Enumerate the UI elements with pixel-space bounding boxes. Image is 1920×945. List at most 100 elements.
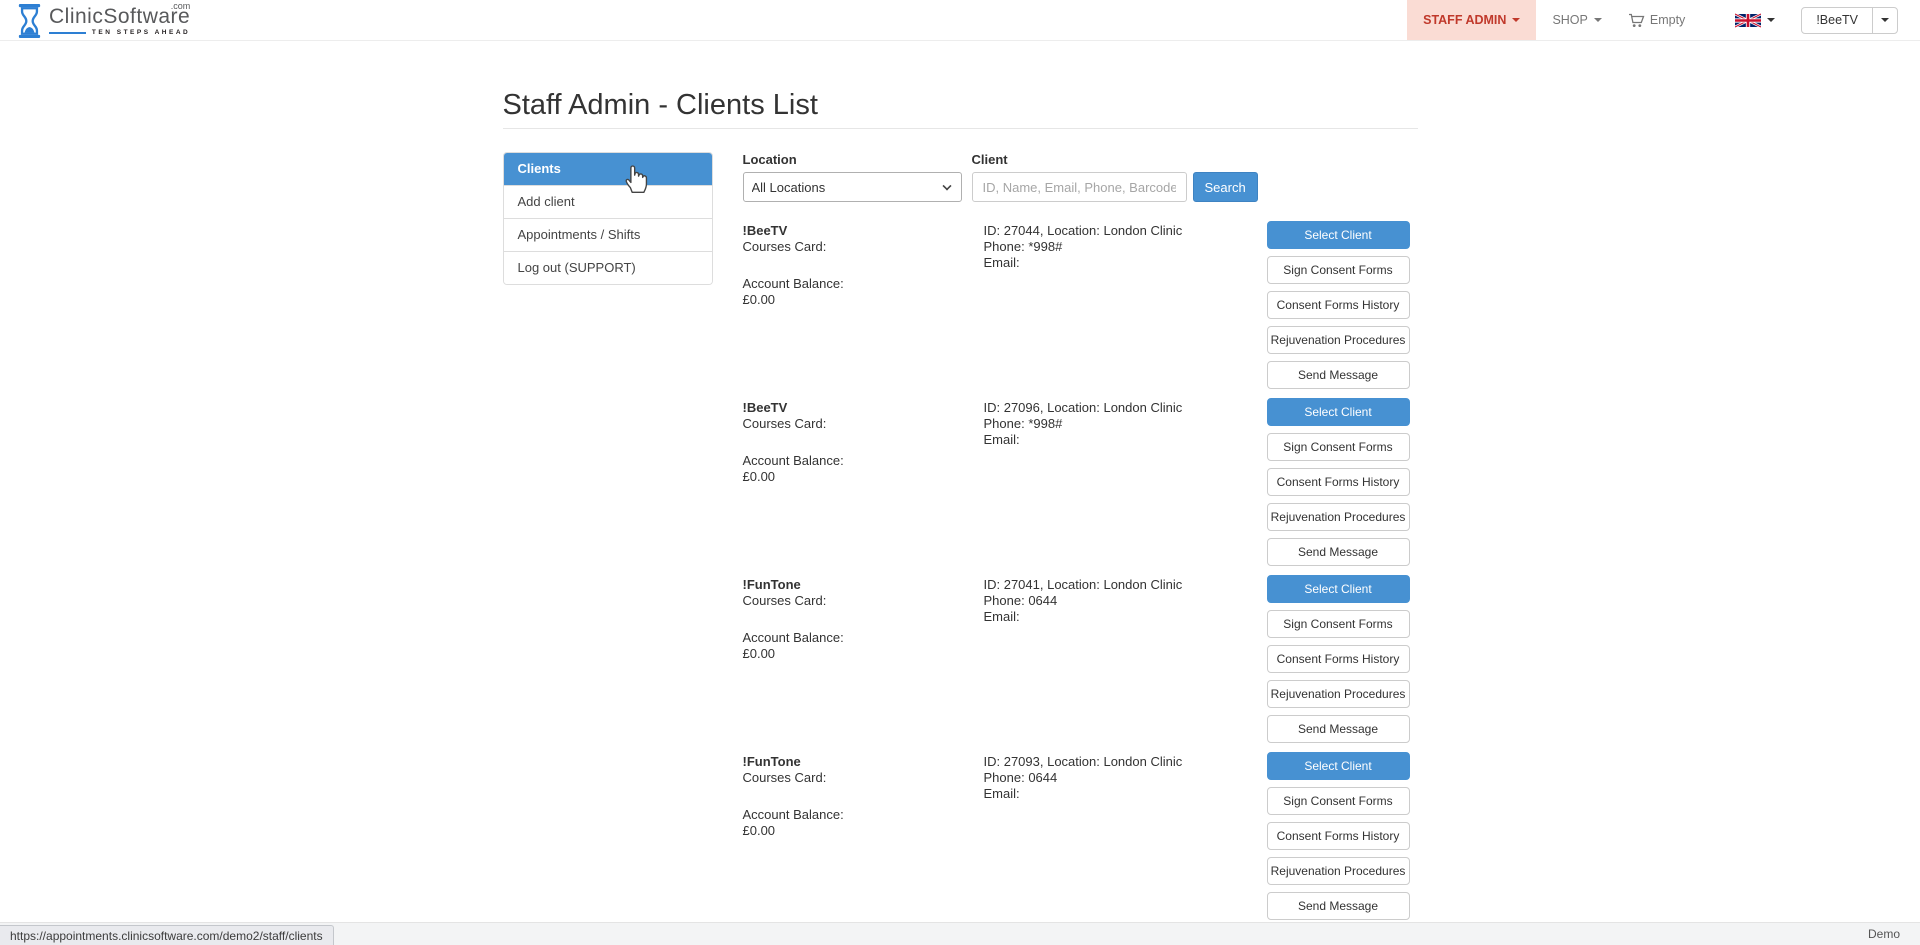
- clinicsoftware-logo[interactable]: ClinicSoftware .com TEN STEPS AHEAD: [0, 0, 190, 40]
- client-row: !BeeTV Courses Card: Account Balance: £0…: [743, 221, 1418, 389]
- location-select-wrap: All Locations: [743, 172, 962, 202]
- chevron-down-icon: [1594, 18, 1602, 22]
- client-label: Client: [972, 152, 1187, 167]
- courses-card-label: Courses Card:: [743, 770, 984, 786]
- location-label: Location: [743, 152, 972, 167]
- client-id-location: ID: 27096, Location: London Clinic: [984, 400, 1267, 416]
- client-email-label: Email:: [984, 432, 1267, 448]
- location-select[interactable]: All Locations: [743, 172, 962, 202]
- language-menu[interactable]: [1725, 0, 1785, 40]
- client-id-location: ID: 27093, Location: London Clinic: [984, 754, 1267, 770]
- tagline-rule: [49, 32, 86, 34]
- send-message-button[interactable]: Send Message: [1267, 715, 1410, 743]
- rejuvenation-procedures-button[interactable]: Rejuvenation Procedures: [1267, 326, 1410, 354]
- chevron-down-icon: [1512, 18, 1520, 22]
- header-actions: STAFF ADMIN SHOP Empty: [1407, 0, 1920, 40]
- uk-flag-icon: [1735, 13, 1761, 28]
- client-actions-column: Select Client Sign Consent Forms Consent…: [1267, 398, 1410, 566]
- client-actions-column: Select Client Sign Consent Forms Consent…: [1267, 752, 1410, 920]
- consent-forms-history-button[interactable]: Consent Forms History: [1267, 645, 1410, 673]
- courses-card-label: Courses Card:: [743, 239, 984, 255]
- account-balance-value: £0.00: [743, 646, 984, 662]
- consent-forms-history-button[interactable]: Consent Forms History: [1267, 468, 1410, 496]
- account-balance-value: £0.00: [743, 823, 984, 839]
- sidebar-item-clients[interactable]: Clients: [504, 153, 712, 185]
- sidebar-menu: Clients Add client Appointments / Shifts…: [503, 152, 713, 285]
- client-summary-column: !BeeTV Courses Card: Account Balance: £0…: [743, 221, 984, 308]
- rejuvenation-procedures-button[interactable]: Rejuvenation Procedures: [1267, 680, 1410, 708]
- client-id-location: ID: 27041, Location: London Clinic: [984, 577, 1267, 593]
- client-email-label: Email:: [984, 609, 1267, 625]
- rejuvenation-procedures-button[interactable]: Rejuvenation Procedures: [1267, 503, 1410, 531]
- cart-icon: [1628, 13, 1645, 28]
- account-balance-label: Account Balance:: [743, 453, 984, 469]
- send-message-button[interactable]: Send Message: [1267, 892, 1410, 920]
- account-balance-label: Account Balance:: [743, 276, 984, 292]
- chevron-down-icon: [1881, 18, 1889, 22]
- client-contact-column: ID: 27044, Location: London Clinic Phone…: [984, 221, 1267, 271]
- client-phone: Phone: 0644: [984, 770, 1267, 786]
- sign-consent-forms-button[interactable]: Sign Consent Forms: [1267, 787, 1410, 815]
- client-name[interactable]: !BeeTV: [743, 223, 984, 239]
- status-url-tooltip: https://appointments.clinicsoftware.com/…: [0, 925, 334, 945]
- client-field-group: Client: [972, 152, 1187, 202]
- current-client-dropdown-toggle[interactable]: [1872, 8, 1897, 33]
- brand-tld: .com: [171, 1, 191, 11]
- client-row: !FunTone Courses Card: Account Balance: …: [743, 575, 1418, 743]
- client-name[interactable]: !FunTone: [743, 577, 984, 593]
- sidebar-item-appointments-shifts[interactable]: Appointments / Shifts: [504, 218, 712, 251]
- client-row: !FunTone Courses Card: Account Balance: …: [743, 752, 1418, 920]
- current-client-split-button: !BeeTV: [1801, 7, 1898, 34]
- shop-label: SHOP: [1552, 13, 1587, 27]
- select-client-button[interactable]: Select Client: [1267, 575, 1410, 603]
- consent-forms-history-button[interactable]: Consent Forms History: [1267, 291, 1410, 319]
- cart-button[interactable]: Empty: [1616, 0, 1697, 40]
- staff-admin-label: STAFF ADMIN: [1423, 13, 1506, 27]
- select-client-button[interactable]: Select Client: [1267, 752, 1410, 780]
- main-column: Location All Locations Client Search: [743, 152, 1418, 929]
- account-balance-value: £0.00: [743, 469, 984, 485]
- client-email-label: Email:: [984, 255, 1267, 271]
- client-phone: Phone: 0644: [984, 593, 1267, 609]
- client-search-form: Location All Locations Client Search: [743, 152, 1418, 202]
- client-phone: Phone: *998#: [984, 239, 1267, 255]
- client-contact-column: ID: 27093, Location: London Clinic Phone…: [984, 752, 1267, 802]
- page-container: Staff Admin - Clients List Clients Add c…: [503, 88, 1418, 929]
- courses-card-label: Courses Card:: [743, 416, 984, 432]
- send-message-button[interactable]: Send Message: [1267, 538, 1410, 566]
- account-balance-value: £0.00: [743, 292, 984, 308]
- brand-name: ClinicSoftware: [49, 5, 190, 28]
- client-contact-column: ID: 27041, Location: London Clinic Phone…: [984, 575, 1267, 625]
- client-search-input[interactable]: [972, 172, 1187, 202]
- send-message-button[interactable]: Send Message: [1267, 361, 1410, 389]
- sign-consent-forms-button[interactable]: Sign Consent Forms: [1267, 433, 1410, 461]
- content-row: Clients Add client Appointments / Shifts…: [503, 152, 1418, 929]
- sidebar-item-logout[interactable]: Log out (SUPPORT): [504, 251, 712, 284]
- client-summary-column: !FunTone Courses Card: Account Balance: …: [743, 752, 984, 839]
- select-client-button[interactable]: Select Client: [1267, 398, 1410, 426]
- sign-consent-forms-button[interactable]: Sign Consent Forms: [1267, 610, 1410, 638]
- clients-list: !BeeTV Courses Card: Account Balance: £0…: [743, 221, 1418, 920]
- title-divider: [503, 128, 1418, 129]
- sidebar-item-add-client[interactable]: Add client: [504, 185, 712, 218]
- client-name[interactable]: !BeeTV: [743, 400, 984, 416]
- cart-status-label: Empty: [1650, 13, 1685, 27]
- rejuvenation-procedures-button[interactable]: Rejuvenation Procedures: [1267, 857, 1410, 885]
- logo-text: ClinicSoftware .com TEN STEPS AHEAD: [49, 4, 190, 36]
- client-name[interactable]: !FunTone: [743, 754, 984, 770]
- client-summary-column: !BeeTV Courses Card: Account Balance: £0…: [743, 398, 984, 485]
- select-client-button[interactable]: Select Client: [1267, 221, 1410, 249]
- client-email-label: Email:: [984, 786, 1267, 802]
- sign-consent-forms-button[interactable]: Sign Consent Forms: [1267, 256, 1410, 284]
- chevron-down-icon: [1767, 18, 1775, 22]
- client-phone: Phone: *998#: [984, 416, 1267, 432]
- top-header: ClinicSoftware .com TEN STEPS AHEAD STAF…: [0, 0, 1920, 41]
- location-field-group: Location All Locations: [743, 152, 972, 202]
- search-button[interactable]: Search: [1193, 172, 1258, 202]
- staff-admin-menu[interactable]: STAFF ADMIN: [1407, 0, 1536, 40]
- client-actions-column: Select Client Sign Consent Forms Consent…: [1267, 221, 1410, 389]
- consent-forms-history-button[interactable]: Consent Forms History: [1267, 822, 1410, 850]
- current-client-button[interactable]: !BeeTV: [1802, 8, 1872, 33]
- client-summary-column: !FunTone Courses Card: Account Balance: …: [743, 575, 984, 662]
- shop-menu[interactable]: SHOP: [1538, 0, 1615, 40]
